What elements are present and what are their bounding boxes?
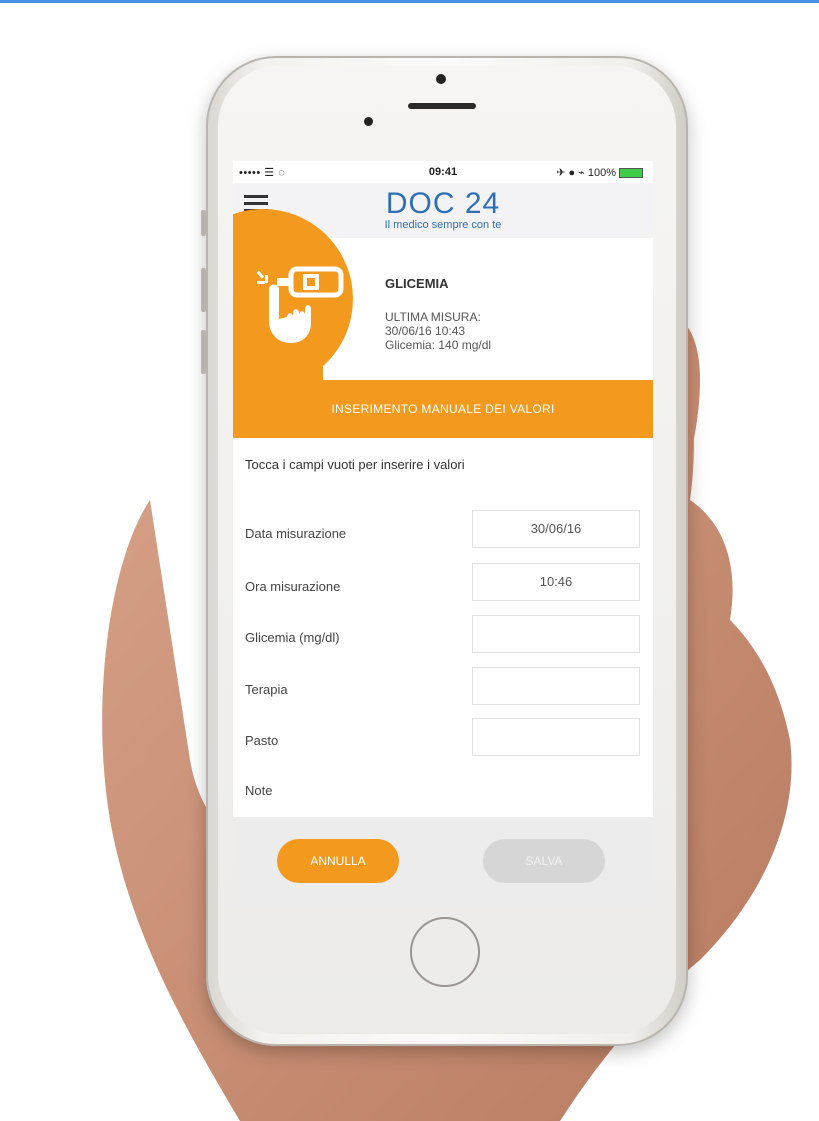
info-card (323, 238, 653, 380)
proximity-sensor (364, 117, 373, 126)
status-icons: ✈ ● ⌁ 100% (556, 167, 616, 179)
meal-label: Pasto (245, 733, 279, 748)
date-field[interactable]: 30/06/16 (472, 510, 640, 548)
battery-icon (619, 168, 643, 179)
therapy-label: Terapia (245, 682, 288, 697)
section-banner: INSERIMENTO MANUALE DEI VALORI (233, 380, 653, 438)
glycemia-field[interactable] (472, 615, 640, 653)
volume-button (201, 268, 206, 312)
card-title: GLICEMIA (385, 276, 449, 291)
time-label: Ora misurazione (245, 579, 341, 594)
status-right: ✈ ● ⌁ 100% (556, 166, 643, 179)
save-button[interactable]: SALVA (483, 839, 605, 883)
last-measure: ULTIMA MISURA: 30/06/16 10:43 Glicemia: … (385, 310, 491, 352)
status-bar: ••••• ☰ ◌ 09:41 ✈ ● ⌁ 100% (233, 161, 653, 183)
front-camera (436, 74, 446, 84)
last-measure-value: Glicemia: 140 mg/dl (385, 338, 492, 352)
mute-switch (201, 210, 206, 236)
instructions-text: Tocca i campi vuoti per inserire i valor… (245, 457, 465, 472)
home-button[interactable] (410, 917, 480, 987)
glycemia-label: Glicemia (mg/dl) (245, 630, 340, 645)
app-screen: ••••• ☰ ◌ 09:41 ✈ ● ⌁ 100% DOC 24 Il med… (233, 161, 653, 906)
time-field[interactable]: 10:46 (472, 563, 640, 601)
earpiece-speaker (408, 103, 476, 109)
glucometer-icon (256, 266, 344, 343)
date-label: Data misurazione (245, 526, 347, 541)
last-measure-label: ULTIMA MISURA: (385, 310, 481, 324)
therapy-field[interactable] (472, 667, 640, 705)
cancel-button[interactable]: ANNULLA (277, 839, 399, 883)
meal-field[interactable] (472, 718, 640, 756)
last-measure-datetime: 30/06/16 10:43 (385, 324, 466, 338)
notes-label: Note (245, 783, 273, 798)
volume-button (201, 330, 206, 374)
